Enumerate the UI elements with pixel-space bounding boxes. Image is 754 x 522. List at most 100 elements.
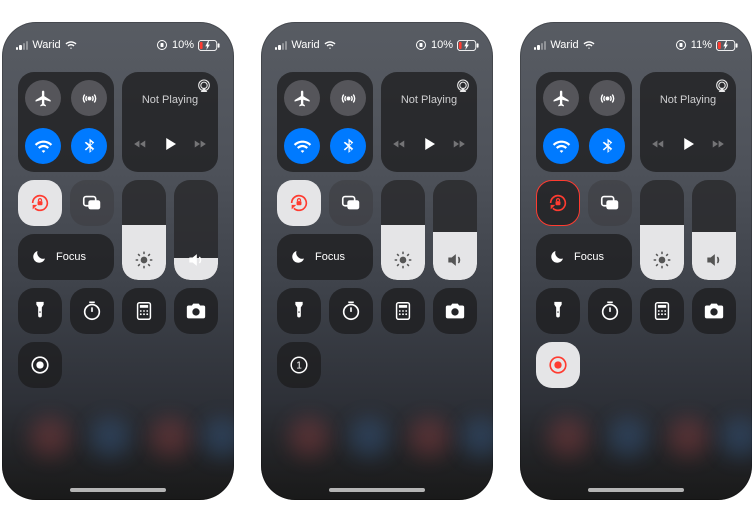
calculator-tile[interactable] xyxy=(122,288,166,334)
calculator-icon xyxy=(133,300,155,322)
carrier-label: Warid xyxy=(291,39,319,51)
play-button[interactable] xyxy=(420,135,438,158)
focus-label: Focus xyxy=(574,251,604,263)
play-icon xyxy=(420,135,438,153)
orientation-lock-icon xyxy=(675,39,687,51)
flashlight-tile[interactable] xyxy=(536,288,580,334)
prev-button[interactable] xyxy=(392,137,406,156)
connectivity-module[interactable] xyxy=(18,72,114,172)
screen-mirroring-tile[interactable] xyxy=(329,180,373,226)
prev-icon xyxy=(392,137,406,151)
next-icon xyxy=(193,137,207,151)
screen-mirroring-tile[interactable] xyxy=(588,180,632,226)
connectivity-module[interactable] xyxy=(536,72,632,172)
calculator-tile[interactable] xyxy=(640,288,684,334)
prev-button[interactable] xyxy=(133,137,147,156)
mirror-icon xyxy=(340,192,362,214)
timer-tile[interactable] xyxy=(329,288,373,334)
airplay-icon[interactable] xyxy=(196,78,212,94)
cellular-toggle[interactable] xyxy=(589,80,625,116)
focus-tile[interactable]: Focus xyxy=(536,234,632,280)
airplane-toggle[interactable] xyxy=(543,80,579,116)
wifi-toggle[interactable] xyxy=(543,128,579,164)
airplane-toggle[interactable] xyxy=(284,80,320,116)
next-button[interactable] xyxy=(193,137,207,156)
focus-tile[interactable]: Focus xyxy=(277,234,373,280)
wifi-toggle[interactable] xyxy=(25,128,61,164)
brightness-slider[interactable] xyxy=(122,180,166,280)
media-module[interactable]: Not Playing xyxy=(122,72,218,172)
airplay-icon[interactable] xyxy=(714,78,730,94)
volume-slider[interactable] xyxy=(174,180,218,280)
airplay-icon[interactable] xyxy=(455,78,471,94)
volume-slider[interactable] xyxy=(692,180,736,280)
brightness-slider[interactable] xyxy=(381,180,425,280)
mirror-icon xyxy=(599,192,621,214)
signal-bars-icon xyxy=(16,40,28,50)
next-button[interactable] xyxy=(711,137,725,156)
screen-record-tile[interactable]: 1 xyxy=(277,342,321,388)
screen-record-tile[interactable] xyxy=(536,342,580,388)
phone-2: Warid 10% Not Playing xyxy=(261,22,493,500)
flashlight-tile[interactable] xyxy=(277,288,321,334)
record-countdown-icon: 1 xyxy=(288,354,310,376)
media-module[interactable]: Not Playing xyxy=(381,72,477,172)
camera-icon xyxy=(185,300,207,322)
timer-tile[interactable] xyxy=(588,288,632,334)
now-playing-title: Not Playing xyxy=(401,94,457,106)
prev-icon xyxy=(133,137,147,151)
camera-tile[interactable] xyxy=(174,288,218,334)
carrier-label: Warid xyxy=(32,39,60,51)
home-indicator[interactable] xyxy=(70,488,166,492)
brightness-slider[interactable] xyxy=(640,180,684,280)
next-button[interactable] xyxy=(452,137,466,156)
screen-mirroring-tile[interactable] xyxy=(70,180,114,226)
home-indicator[interactable] xyxy=(588,488,684,492)
control-grid: Not Playing Focus xyxy=(536,72,736,388)
media-module[interactable]: Not Playing xyxy=(640,72,736,172)
next-icon xyxy=(711,137,725,151)
antenna-icon xyxy=(598,89,617,108)
calculator-tile[interactable] xyxy=(381,288,425,334)
rotation-lock-tile[interactable] xyxy=(536,180,580,226)
rotation-lock-tile[interactable] xyxy=(277,180,321,226)
wifi-toggle[interactable] xyxy=(284,128,320,164)
wifi-icon xyxy=(34,137,53,156)
focus-tile[interactable]: Focus xyxy=(18,234,114,280)
mirror-icon xyxy=(81,192,103,214)
speaker-icon xyxy=(186,250,206,270)
battery-icon xyxy=(716,40,738,51)
timer-icon xyxy=(81,300,103,322)
screen-record-tile[interactable] xyxy=(18,342,62,388)
cellular-toggle[interactable] xyxy=(330,80,366,116)
battery-icon xyxy=(198,40,220,51)
prev-button[interactable] xyxy=(651,137,665,156)
phone-3: Warid 11% Not Playing xyxy=(520,22,752,500)
camera-tile[interactable] xyxy=(433,288,477,334)
connectivity-module[interactable] xyxy=(277,72,373,172)
control-grid: Not Playing Focus xyxy=(18,72,218,388)
antenna-icon xyxy=(80,89,99,108)
flashlight-tile[interactable] xyxy=(18,288,62,334)
cellular-toggle[interactable] xyxy=(71,80,107,116)
play-icon xyxy=(161,135,179,153)
camera-tile[interactable] xyxy=(692,288,736,334)
bluetooth-toggle[interactable] xyxy=(330,128,366,164)
signal-bars-icon xyxy=(534,40,546,50)
status-bar: Warid 10% xyxy=(261,22,493,58)
flashlight-icon xyxy=(288,300,310,322)
wifi-icon xyxy=(293,137,312,156)
phone-1: Warid 10% Not Playing xyxy=(2,22,234,500)
play-button[interactable] xyxy=(161,135,179,158)
bluetooth-toggle[interactable] xyxy=(71,128,107,164)
bluetooth-toggle[interactable] xyxy=(589,128,625,164)
wifi-icon xyxy=(552,137,571,156)
volume-slider[interactable] xyxy=(433,180,477,280)
timer-tile[interactable] xyxy=(70,288,114,334)
play-button[interactable] xyxy=(679,135,697,158)
rotation-lock-icon xyxy=(29,192,51,214)
home-indicator[interactable] xyxy=(329,488,425,492)
rotation-lock-tile[interactable] xyxy=(18,180,62,226)
sun-icon xyxy=(652,250,672,270)
airplane-toggle[interactable] xyxy=(25,80,61,116)
